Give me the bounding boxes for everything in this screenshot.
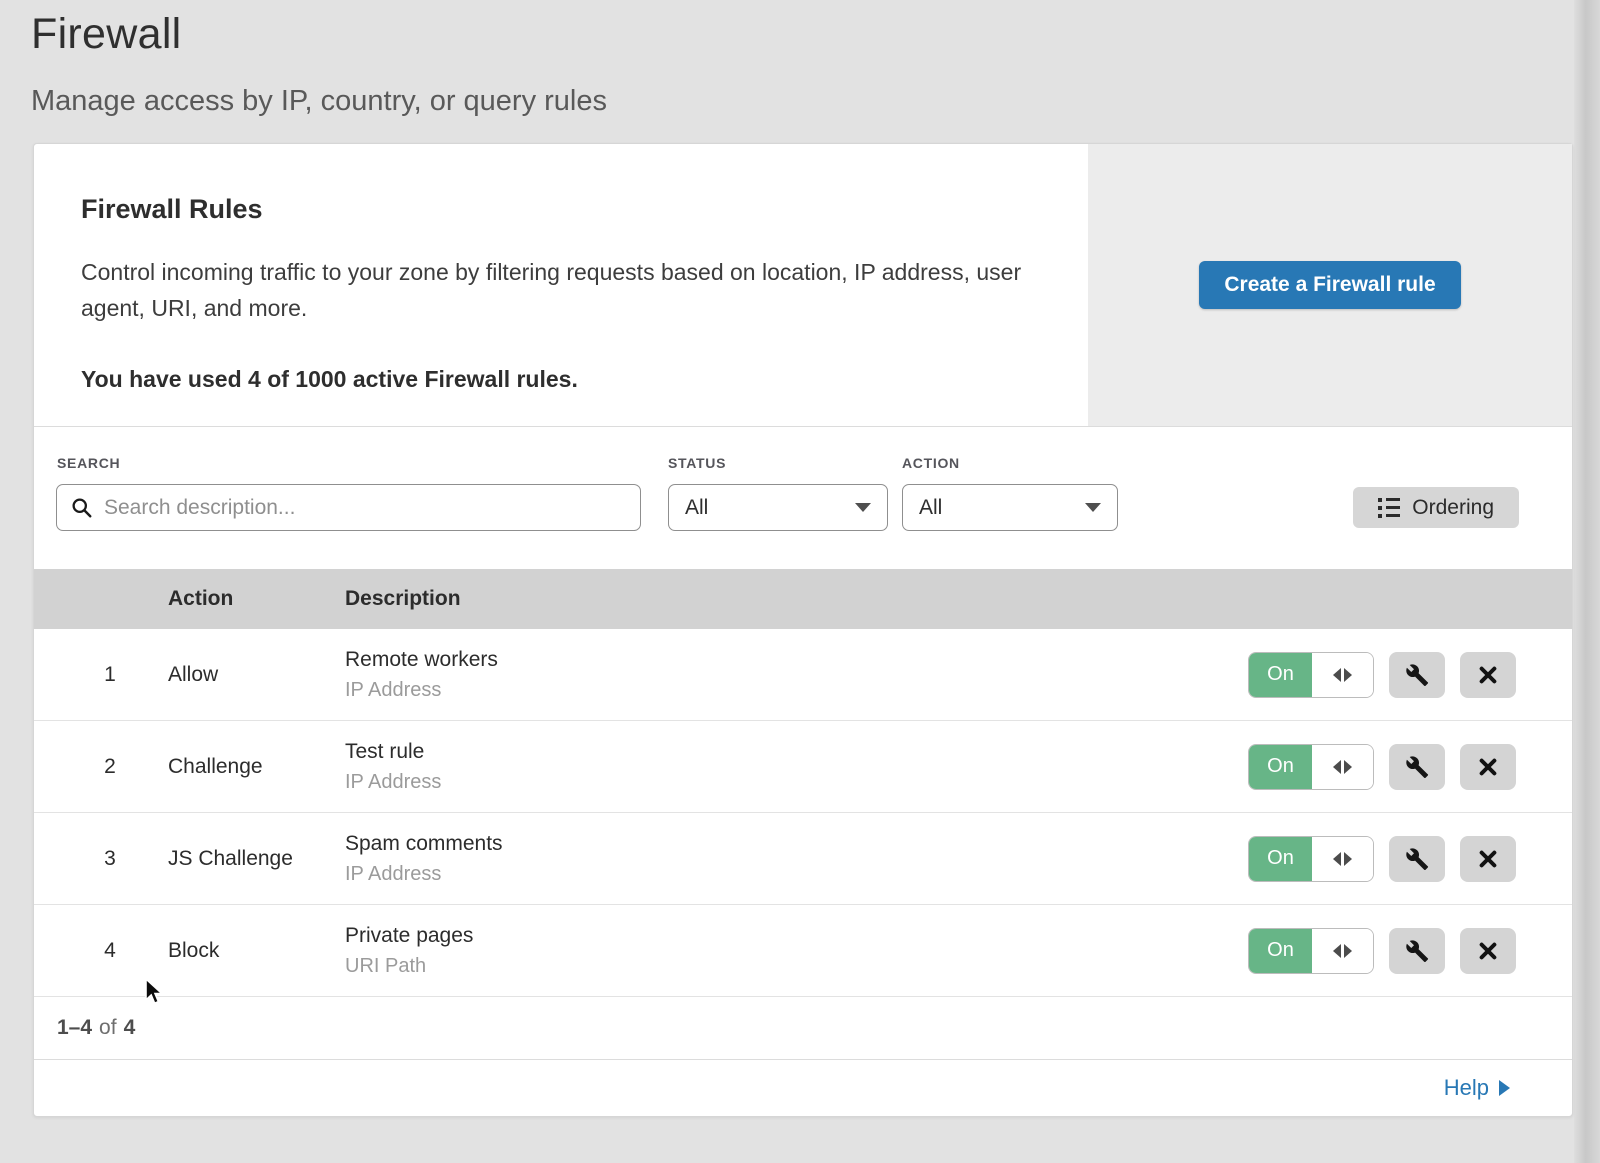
search-icon (71, 497, 92, 518)
toggle-on-label: On (1249, 837, 1312, 881)
edit-rule-button[interactable] (1389, 744, 1445, 790)
ordering-button-label: Ordering (1412, 496, 1494, 520)
rule-description-cell: Test rule IP Address (345, 740, 1248, 794)
rule-controls: On (1248, 652, 1572, 698)
rule-controls: On (1248, 744, 1572, 790)
rule-match-type: IP Address (345, 863, 1248, 886)
help-link-label: Help (1444, 1075, 1489, 1101)
search-box (56, 484, 641, 531)
rule-action: Challenge (168, 755, 345, 779)
arrow-right-icon (1499, 1080, 1510, 1096)
rule-enabled-toggle[interactable]: On (1248, 836, 1374, 882)
rule-enabled-toggle[interactable]: On (1248, 652, 1374, 698)
page-title: Firewall (31, 10, 1600, 59)
rule-action: Allow (168, 663, 345, 687)
table-row: 3 JS Challenge Spam comments IP Address … (34, 813, 1572, 905)
rule-controls: On (1248, 928, 1572, 974)
rule-action: JS Challenge (168, 847, 345, 871)
wrench-icon (1405, 939, 1429, 963)
rule-description-cell: Spam comments IP Address (345, 832, 1248, 886)
create-rule-panel: Create a Firewall rule (1088, 144, 1572, 426)
toggle-on-label: On (1249, 653, 1312, 697)
create-firewall-rule-button[interactable]: Create a Firewall rule (1199, 261, 1460, 309)
rule-controls: On (1248, 836, 1572, 882)
rule-description: Spam comments (345, 832, 1248, 856)
toggle-on-label: On (1249, 929, 1312, 973)
status-dropdown-value: All (685, 496, 708, 520)
close-icon (1476, 939, 1500, 963)
action-dropdown-value: All (919, 496, 942, 520)
ordering-button[interactable]: Ordering (1353, 487, 1519, 528)
pagination: 1–4 of 4 (34, 997, 1572, 1060)
ordering-list-icon (1378, 498, 1400, 518)
table-row: 4 Block Private pages URI Path On (34, 905, 1572, 997)
rule-description-cell: Private pages URI Path (345, 924, 1248, 978)
help-link[interactable]: Help (1444, 1075, 1510, 1101)
delete-rule-button[interactable] (1460, 928, 1516, 974)
delete-rule-button[interactable] (1460, 836, 1516, 882)
firewall-card: Firewall Rules Control incoming traffic … (33, 143, 1573, 1117)
rule-number: 2 (34, 755, 168, 779)
toggle-arrows-icon (1312, 837, 1373, 881)
rule-match-type: IP Address (345, 771, 1248, 794)
close-icon (1476, 755, 1500, 779)
action-dropdown[interactable]: All (902, 484, 1118, 531)
page-subtitle: Manage access by IP, country, or query r… (31, 85, 1600, 118)
page-header: Firewall Manage access by IP, country, o… (0, 0, 1600, 118)
delete-rule-button[interactable] (1460, 652, 1516, 698)
rule-number: 1 (34, 663, 168, 687)
rule-match-type: IP Address (345, 679, 1248, 702)
rule-number: 3 (34, 847, 168, 871)
status-dropdown[interactable]: All (668, 484, 888, 531)
search-input[interactable] (56, 484, 641, 531)
rule-description-cell: Remote workers IP Address (345, 648, 1248, 702)
column-header-action: Action (168, 587, 345, 611)
firewall-rules-usage: You have used 4 of 1000 active Firewall … (81, 366, 1028, 393)
edit-rule-button[interactable] (1389, 652, 1445, 698)
column-header-description: Description (345, 587, 1572, 611)
rule-number: 4 (34, 939, 168, 963)
toggle-arrows-icon (1312, 745, 1373, 789)
wrench-icon (1405, 755, 1429, 779)
firewall-rules-description: Control incoming traffic to your zone by… (81, 255, 1028, 326)
rule-enabled-toggle[interactable]: On (1248, 928, 1374, 974)
table-row: 1 Allow Remote workers IP Address On (34, 629, 1572, 721)
rule-description: Test rule (345, 740, 1248, 764)
rule-enabled-toggle[interactable]: On (1248, 744, 1374, 790)
edit-rule-button[interactable] (1389, 836, 1445, 882)
pagination-of: of (99, 1016, 117, 1040)
firewall-rules-title: Firewall Rules (81, 194, 1028, 225)
delete-rule-button[interactable] (1460, 744, 1516, 790)
rule-match-type: URI Path (345, 955, 1248, 978)
filters-bar: SEARCH STATUS All ACTION All Ordering (34, 427, 1572, 569)
rule-description: Remote workers (345, 648, 1248, 672)
action-label: ACTION (902, 455, 960, 471)
firewall-rules-info: Firewall Rules Control incoming traffic … (34, 144, 1088, 426)
rule-action: Block (168, 939, 345, 963)
firewall-rules-section: Firewall Rules Control incoming traffic … (34, 144, 1572, 427)
status-label: STATUS (668, 455, 726, 471)
wrench-icon (1405, 663, 1429, 687)
help-bar: Help (34, 1060, 1572, 1116)
wrench-icon (1405, 847, 1429, 871)
chevron-down-icon (1085, 503, 1101, 512)
toggle-arrows-icon (1312, 653, 1373, 697)
chevron-down-icon (855, 503, 871, 512)
window-right-edge (1574, 0, 1600, 1163)
toggle-on-label: On (1249, 745, 1312, 789)
rule-description: Private pages (345, 924, 1248, 948)
close-icon (1476, 663, 1500, 687)
table-row: 2 Challenge Test rule IP Address On (34, 721, 1572, 813)
pagination-range: 1–4 (57, 1016, 92, 1040)
pagination-total: 4 (124, 1016, 136, 1040)
close-icon (1476, 847, 1500, 871)
search-label: SEARCH (57, 455, 120, 471)
edit-rule-button[interactable] (1389, 928, 1445, 974)
table-header: Action Description (34, 569, 1572, 629)
toggle-arrows-icon (1312, 929, 1373, 973)
